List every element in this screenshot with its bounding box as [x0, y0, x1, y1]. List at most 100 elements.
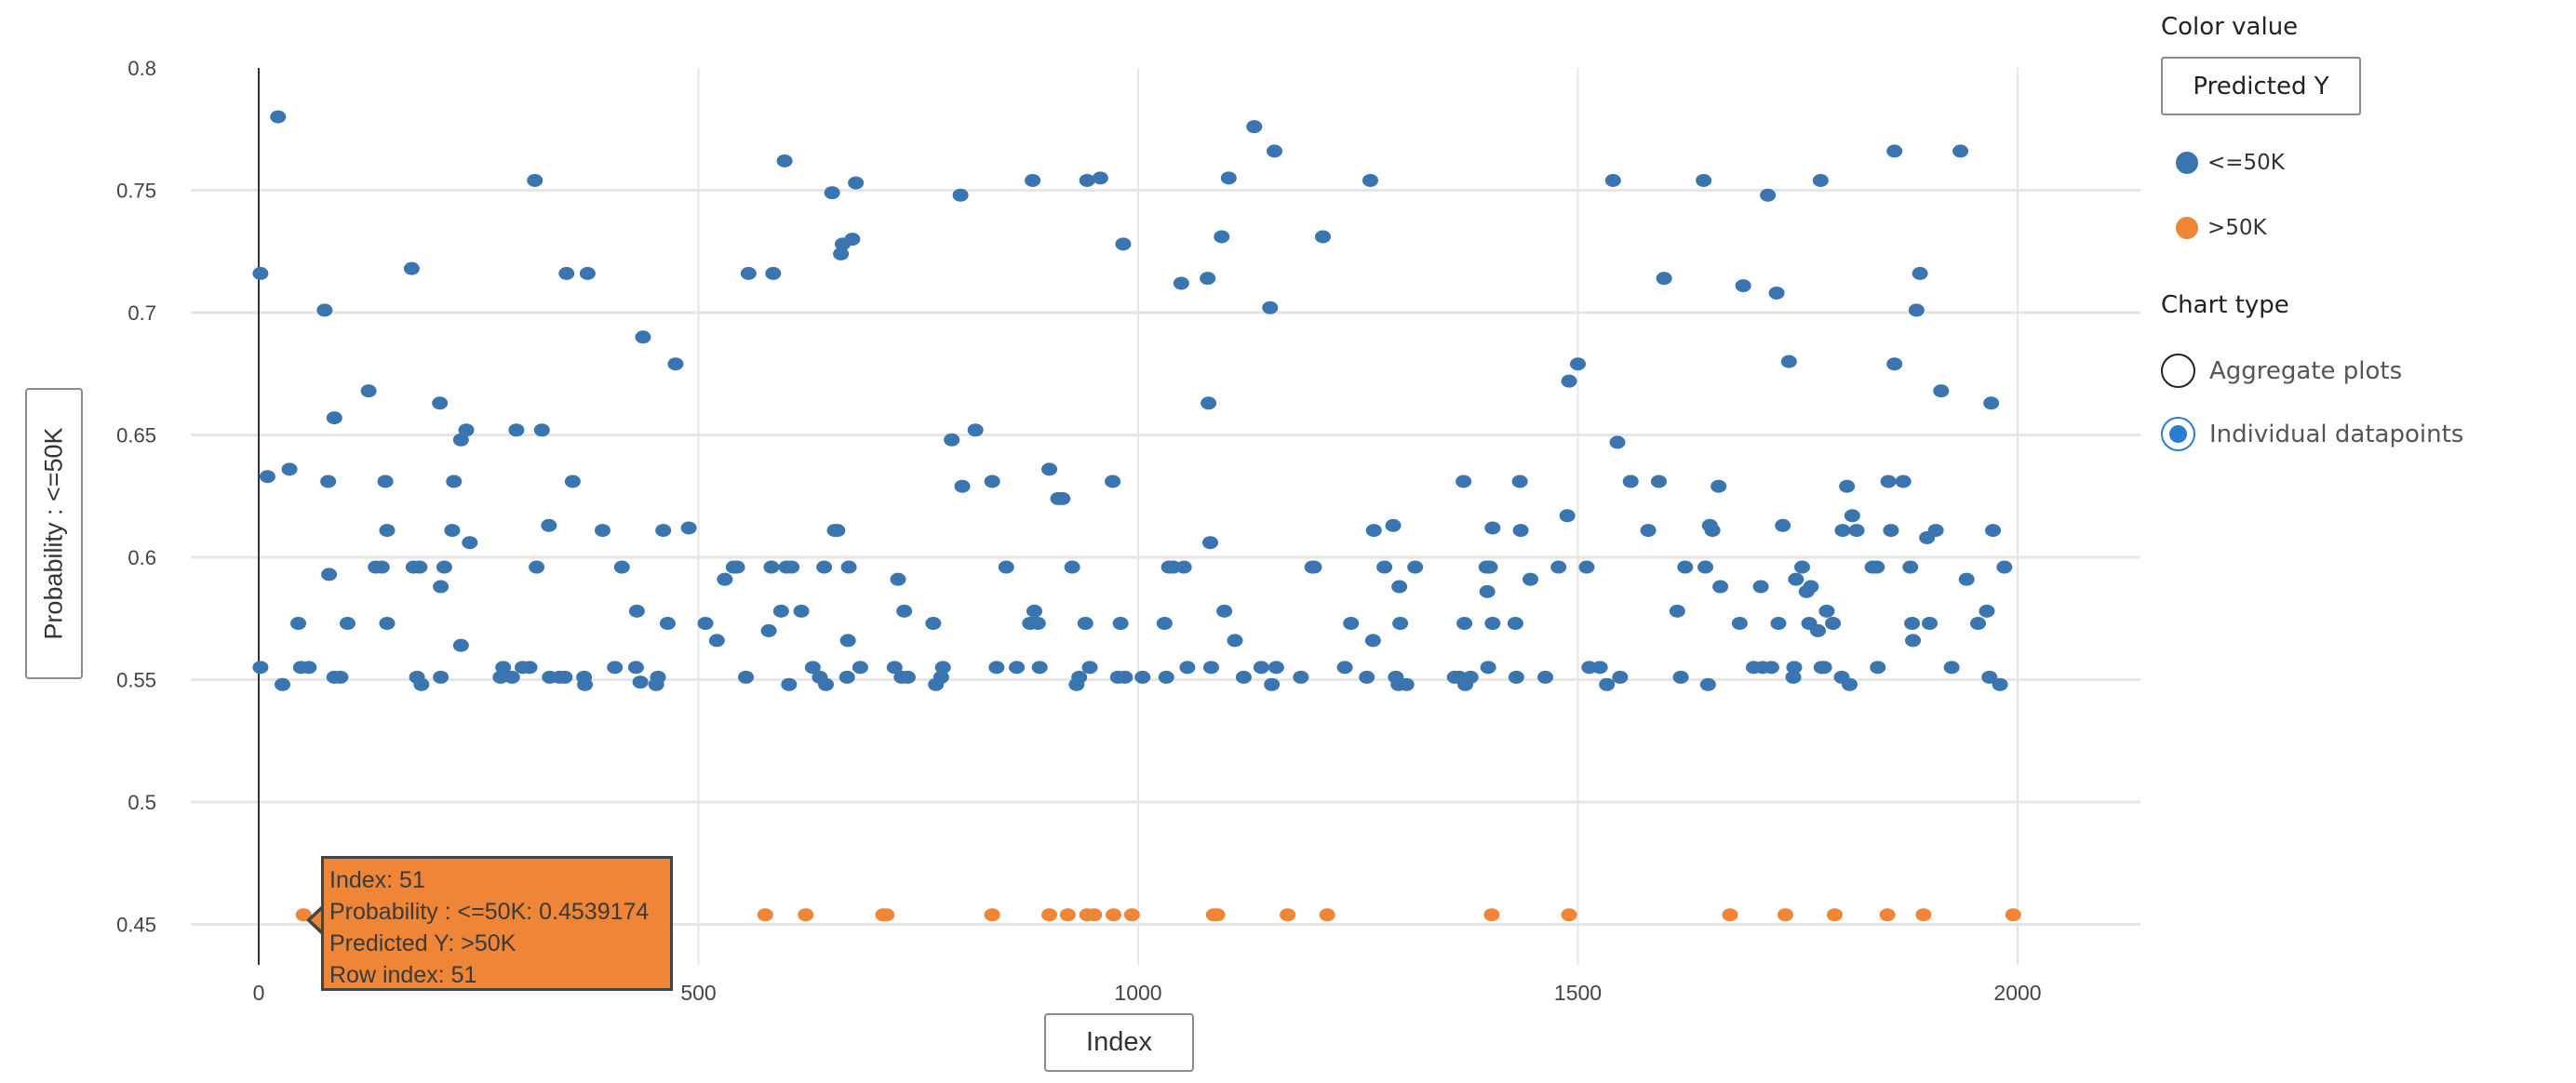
data-point[interactable]: [558, 266, 575, 280]
data-point[interactable]: [1456, 617, 1473, 631]
data-point[interactable]: [1105, 475, 1121, 488]
data-point[interactable]: [776, 154, 793, 167]
data-point[interactable]: [1025, 173, 1041, 187]
data-point[interactable]: [1609, 435, 1626, 449]
data-point[interactable]: [1879, 908, 1896, 922]
data-point[interactable]: [627, 661, 644, 675]
data-point[interactable]: [1775, 518, 1791, 532]
data-point[interactable]: [1969, 617, 1986, 631]
data-point[interactable]: [628, 604, 645, 618]
data-point[interactable]: [1669, 604, 1685, 618]
data-point[interactable]: [1235, 670, 1252, 684]
data-point[interactable]: [1134, 670, 1151, 684]
data-point[interactable]: [1902, 560, 1919, 574]
data-point[interactable]: [1398, 677, 1415, 691]
data-point[interactable]: [1848, 524, 1865, 538]
data-point[interactable]: [433, 670, 449, 684]
data-point[interactable]: [1365, 524, 1382, 538]
data-point[interactable]: [1054, 491, 1071, 505]
data-point[interactable]: [1456, 475, 1472, 488]
data-point[interactable]: [1825, 617, 1842, 631]
data-point[interactable]: [1209, 908, 1226, 922]
data-point[interactable]: [740, 266, 757, 280]
data-point[interactable]: [1570, 357, 1586, 371]
data-point[interactable]: [1880, 475, 1897, 488]
data-point[interactable]: [1672, 670, 1689, 684]
data-point[interactable]: [1933, 384, 1950, 398]
radio-individual-datapoints[interactable]: Individual datapoints: [2161, 417, 2463, 451]
data-point[interactable]: [757, 908, 773, 922]
data-point[interactable]: [1760, 188, 1777, 202]
data-point[interactable]: [1735, 279, 1751, 293]
data-point[interactable]: [1559, 509, 1576, 523]
data-point[interactable]: [1699, 677, 1716, 691]
data-point[interactable]: [1512, 524, 1529, 538]
data-point[interactable]: [1175, 560, 1192, 574]
data-point[interactable]: [379, 617, 396, 631]
data-point[interactable]: [1156, 617, 1173, 631]
data-point[interactable]: [1106, 908, 1122, 922]
data-point[interactable]: [1264, 677, 1281, 691]
data-point[interactable]: [765, 266, 782, 280]
data-point[interactable]: [1809, 623, 1826, 637]
data-point[interactable]: [839, 670, 855, 684]
data-point[interactable]: [1992, 677, 2008, 691]
data-point[interactable]: [1958, 572, 1975, 586]
data-point[interactable]: [1482, 560, 1498, 574]
data-point[interactable]: [1266, 144, 1282, 158]
data-point[interactable]: [667, 357, 684, 371]
data-point[interactable]: [1359, 670, 1375, 684]
data-point[interactable]: [763, 560, 780, 574]
data-point[interactable]: [1803, 580, 1819, 594]
data-point[interactable]: [1886, 144, 1903, 158]
data-point[interactable]: [655, 524, 672, 538]
data-point[interactable]: [632, 675, 649, 689]
data-point[interactable]: [1123, 908, 1140, 922]
data-point[interactable]: [462, 536, 478, 550]
data-point[interactable]: [613, 560, 630, 574]
data-point[interactable]: [1912, 266, 1928, 280]
data-point[interactable]: [848, 176, 865, 190]
data-point[interactable]: [717, 572, 733, 586]
data-point[interactable]: [1870, 661, 1886, 675]
data-point[interactable]: [446, 475, 463, 488]
data-point[interactable]: [1462, 670, 1479, 684]
data-point[interactable]: [708, 634, 725, 648]
data-point[interactable]: [1026, 604, 1042, 618]
data-point[interactable]: [1364, 634, 1381, 648]
data-point[interactable]: [377, 475, 394, 488]
data-point[interactable]: [1915, 908, 1932, 922]
data-point[interactable]: [1537, 670, 1554, 684]
data-point[interactable]: [798, 908, 814, 922]
data-point[interactable]: [1788, 572, 1805, 586]
data-point[interactable]: [824, 186, 840, 200]
data-point[interactable]: [1268, 661, 1284, 675]
data-point[interactable]: [659, 617, 676, 631]
data-point[interactable]: [1336, 661, 1353, 675]
data-point[interactable]: [1818, 604, 1835, 618]
data-point[interactable]: [1343, 617, 1360, 631]
data-point[interactable]: [252, 266, 269, 280]
data-point[interactable]: [1200, 272, 1216, 286]
radio-checked-icon[interactable]: [2161, 417, 2195, 451]
data-point[interactable]: [1086, 908, 1103, 922]
data-point[interactable]: [1079, 173, 1095, 187]
data-point[interactable]: [818, 677, 835, 691]
data-point[interactable]: [998, 560, 1014, 574]
data-point[interactable]: [781, 677, 798, 691]
data-point[interactable]: [1599, 677, 1616, 691]
data-point[interactable]: [1640, 524, 1657, 538]
data-point[interactable]: [432, 396, 449, 410]
data-point[interactable]: [1883, 524, 1899, 538]
data-point[interactable]: [1202, 661, 1219, 675]
data-point[interactable]: [1979, 604, 1995, 618]
x-axis-label-button[interactable]: Index: [1044, 1013, 1194, 1072]
data-point[interactable]: [320, 475, 337, 488]
data-point[interactable]: [607, 661, 624, 675]
data-point[interactable]: [1786, 661, 1803, 675]
data-point[interactable]: [1816, 661, 1832, 675]
data-point[interactable]: [1842, 677, 1858, 691]
data-point[interactable]: [984, 908, 1000, 922]
data-point[interactable]: [316, 303, 333, 317]
data-point[interactable]: [290, 617, 307, 631]
